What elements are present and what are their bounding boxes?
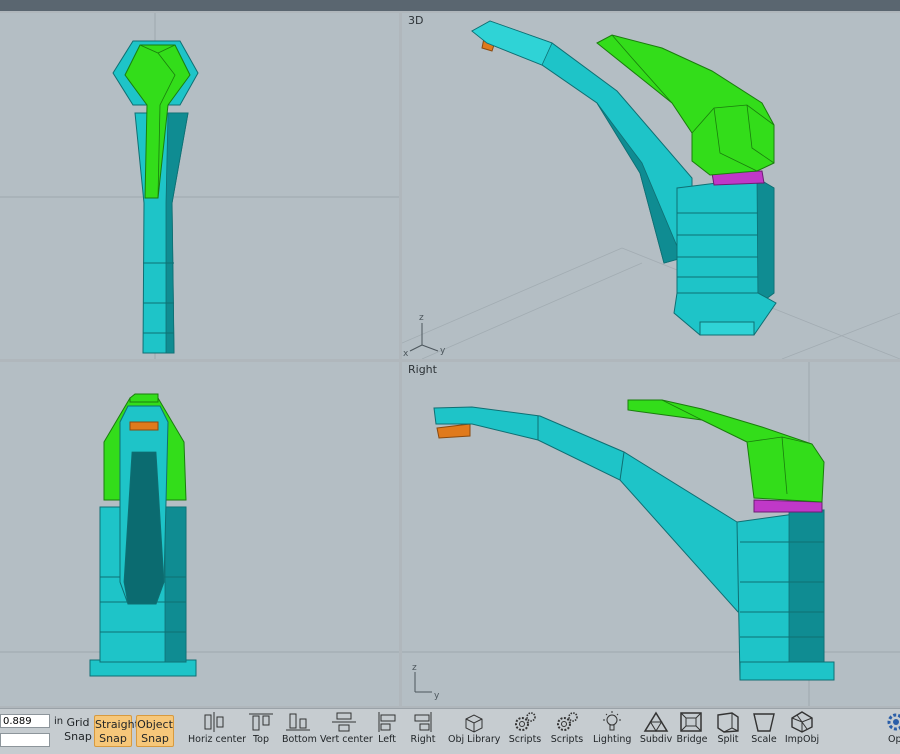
3d-view-canvas: z y x <box>402 20 900 359</box>
tool-label: Scripts <box>508 734 542 745</box>
unit-label: in <box>54 716 64 727</box>
lighting-button[interactable]: Lighting <box>593 711 631 753</box>
tool-label: Top <box>252 734 270 745</box>
horiz-center-button[interactable]: Horiz center <box>188 711 247 753</box>
faucet-right-view <box>433 399 835 681</box>
object-snap-button[interactable]: Object Snap <box>136 715 174 747</box>
tool-label: Horiz center <box>188 734 247 745</box>
viewport-right[interactable]: z y Right <box>402 362 900 706</box>
secondary-value-input[interactable] <box>0 733 50 747</box>
bridge-icon <box>680 712 702 732</box>
tool-label: Right <box>410 734 436 745</box>
import-obj-icon <box>791 711 813 733</box>
scripts-gear-icon <box>515 712 536 731</box>
align-bottom-button[interactable]: Bottom <box>282 711 317 753</box>
align-top-icon <box>249 713 273 731</box>
axis-gizmo-3d <box>409 323 439 352</box>
tool-label: Scripts <box>550 734 584 745</box>
options-button[interactable]: Opt <box>880 711 900 753</box>
obj-library-icon <box>465 714 483 733</box>
viewport-top[interactable] <box>0 13 399 359</box>
scripts-button-2[interactable]: Scripts <box>550 711 584 753</box>
lightbulb-icon <box>603 711 621 731</box>
grid-snap-toggle[interactable]: Grid Snap <box>64 716 92 744</box>
3d-grid <box>402 247 900 359</box>
subdiv-button[interactable]: Subdiv <box>638 711 674 753</box>
align-bottom-icon <box>286 713 310 731</box>
axis-gizmo-right <box>414 672 432 693</box>
split-icon <box>717 712 739 733</box>
front-view-canvas <box>0 393 399 677</box>
tool-label: Left <box>378 734 396 745</box>
tool-label: Obj Library <box>448 734 501 745</box>
faucet-3d-view <box>471 20 777 336</box>
title-bar <box>0 0 900 11</box>
vert-center-icon <box>332 712 356 732</box>
tool-label: Bridge <box>676 734 708 745</box>
tool-label: Opt <box>888 734 900 745</box>
axis-x-label: x <box>403 349 409 359</box>
align-left-icon <box>378 712 396 732</box>
obj-library-button[interactable]: Obj Library <box>448 711 500 753</box>
options-gear-icon <box>887 713 900 731</box>
axis-y-label: y <box>440 346 446 356</box>
straight-snap-button[interactable]: Straight Snap <box>94 715 139 747</box>
viewport-3d[interactable]: z y x 3D <box>402 13 900 359</box>
bottom-toolbar: in Grid Snap Straight Snap Object Snap H… <box>0 708 900 754</box>
scripts-button[interactable]: Scripts <box>508 711 542 753</box>
tool-label: Lighting <box>593 734 632 745</box>
tool-label: Split <box>717 734 739 745</box>
top-view-canvas <box>0 13 399 359</box>
axis-y-label: y <box>434 691 440 701</box>
axis-z-label: z <box>419 313 424 323</box>
align-left-button[interactable]: Left <box>374 711 400 753</box>
scale-button[interactable]: Scale <box>748 711 780 753</box>
tool-label: Scale <box>751 734 777 745</box>
horiz-center-icon <box>204 712 224 732</box>
vert-center-button[interactable]: Vert center <box>320 711 373 753</box>
scale-icon <box>753 713 775 732</box>
scripts-gear-icon <box>557 712 578 731</box>
tool-label: Subdiv <box>639 734 673 745</box>
viewport-front[interactable] <box>0 362 399 706</box>
viewport-3d-label: 3D <box>408 14 424 27</box>
tool-label: Vert center <box>320 734 373 745</box>
align-top-button[interactable]: Top <box>246 711 276 753</box>
faucet-front-view <box>89 393 197 677</box>
snap-value-input[interactable] <box>0 714 50 728</box>
subdiv-icon <box>643 711 669 732</box>
viewport-right-label: Right <box>408 363 437 376</box>
align-right-button[interactable]: Right <box>408 711 438 753</box>
tool-label: ImpObj <box>784 734 820 745</box>
right-view-canvas: z y <box>402 362 900 706</box>
tool-label: Bottom <box>282 734 317 745</box>
bridge-button[interactable]: Bridge <box>676 711 708 753</box>
axis-z-label: z <box>412 663 417 673</box>
align-right-icon <box>414 712 432 732</box>
import-obj-button[interactable]: ImpObj <box>784 711 820 753</box>
split-button[interactable]: Split <box>713 711 743 753</box>
